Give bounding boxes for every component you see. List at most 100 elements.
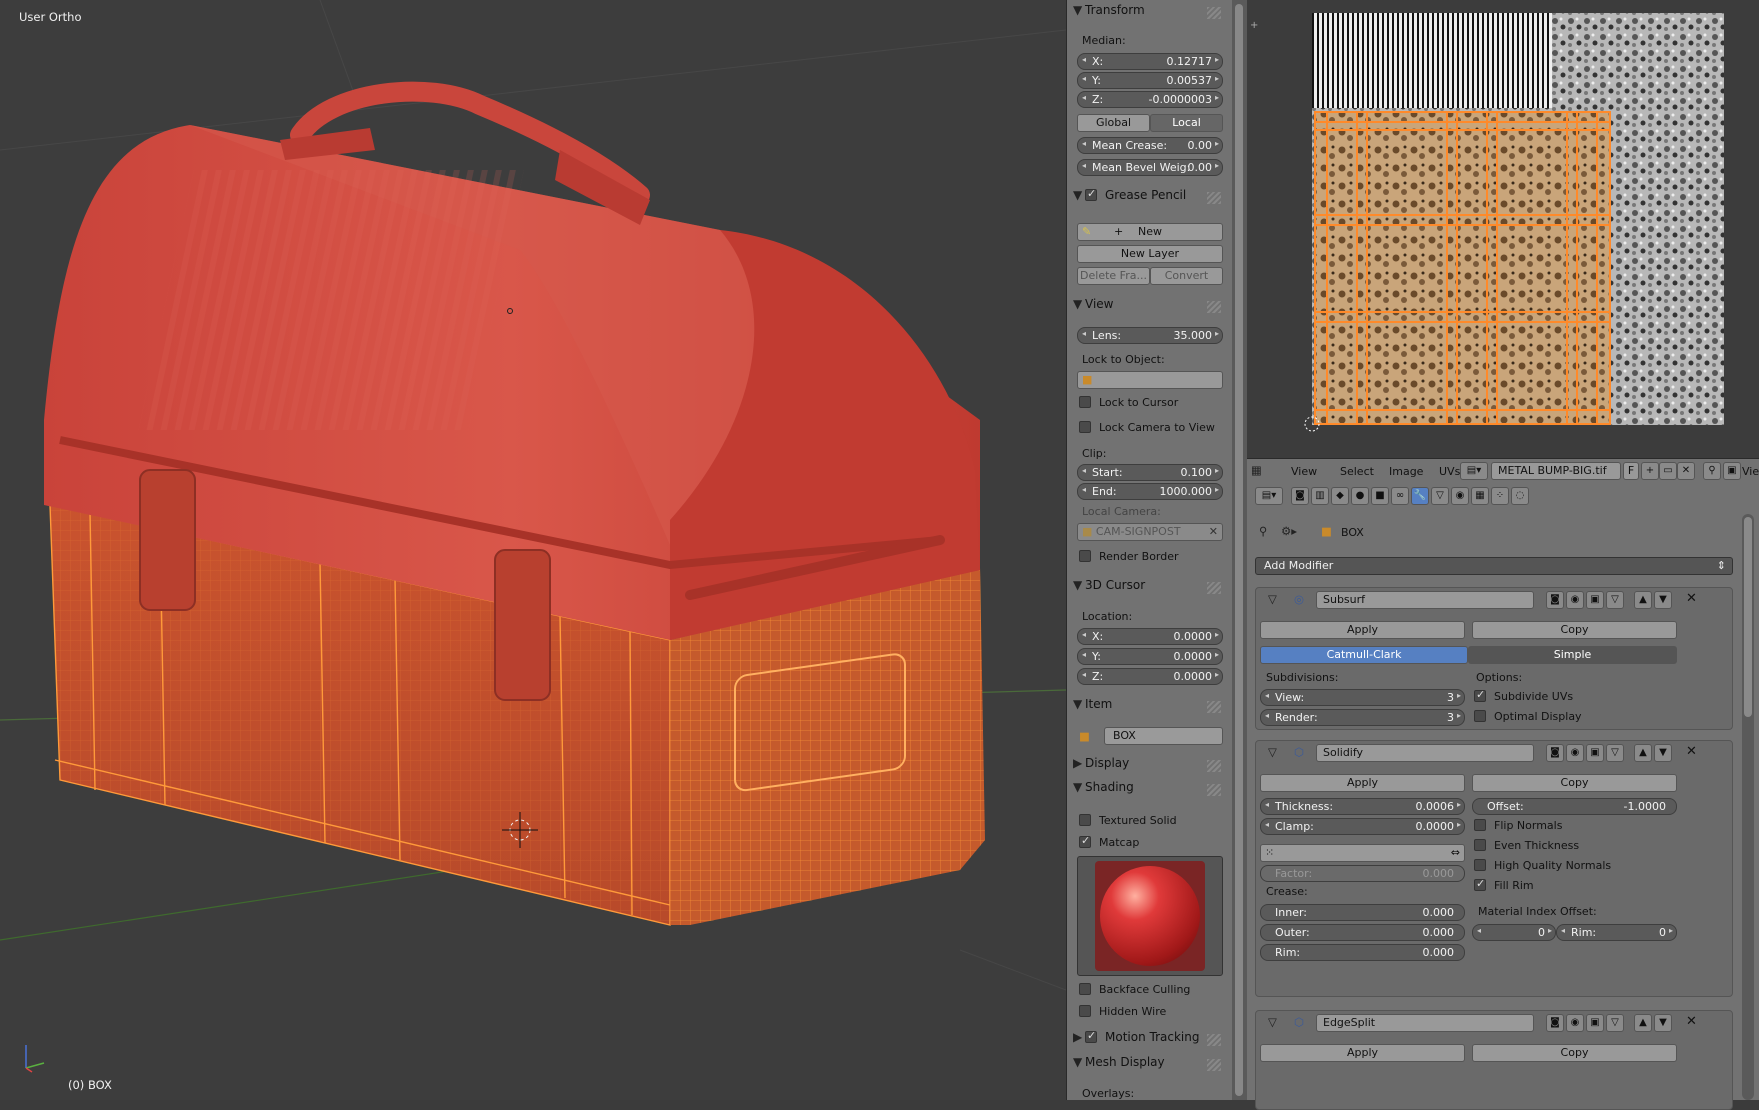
thickness-field[interactable]: ◂ Thickness: 0.0006 ▸ [1260,798,1465,815]
material-index-field[interactable]: ◂ 0 ▸ [1472,924,1556,941]
viewport-toggle-icon[interactable]: ◉ [1566,591,1584,609]
median-y-field[interactable]: ◂ Y: 0.00537 ▸ [1077,72,1223,89]
subdivide-uvs-checkbox[interactable]: Subdivide UVs [1474,688,1573,703]
modifiers-tab-icon[interactable]: 🔧 [1411,487,1429,505]
motion-tracking-toggle[interactable] [1085,1029,1105,1044]
menu-image[interactable]: Image [1389,465,1423,478]
cage-toggle-icon[interactable]: ▽ [1606,744,1624,762]
editmode-toggle-icon[interactable]: ▣ [1586,744,1604,762]
open-image-icon[interactable]: ▭ [1659,462,1677,480]
cage-toggle-icon[interactable]: ▽ [1606,1014,1624,1032]
fill-rim-checkbox[interactable]: Fill Rim [1474,877,1534,892]
world-tab-icon[interactable]: ● [1351,487,1369,505]
data-tab-icon[interactable]: ▽ [1431,487,1449,505]
3d-cursor-panel-header[interactable]: ▼ 3D Cursor [1073,578,1223,598]
lock-to-cursor-checkbox[interactable]: Lock to Cursor [1079,396,1178,409]
cage-toggle-icon[interactable]: ▽ [1606,591,1624,609]
editmode-toggle-icon[interactable]: ▣ [1586,1014,1604,1032]
matcap-checkbox[interactable]: Matcap [1079,834,1139,849]
cursor-y-field[interactable]: ◂ Y: 0.0000 ▸ [1077,648,1223,665]
local-camera-field[interactable]: ■ CAM-SIGNPOST ✕ [1077,523,1223,541]
optimal-display-checkbox[interactable]: Optimal Display [1474,710,1582,723]
viewport-toggle-icon[interactable]: ◉ [1566,744,1584,762]
catmull-clark-button[interactable]: Catmull-Clark [1260,646,1468,664]
clear-icon[interactable]: ✕ [1209,524,1218,540]
remove-modifier-icon[interactable]: ✕ [1686,744,1697,759]
edgesplit-copy-button[interactable]: Copy [1472,1044,1677,1062]
mean-crease-field[interactable]: ◂ Mean Crease: 0.00 ▸ [1077,137,1223,154]
offset-field[interactable]: Offset: -1.0000 [1472,798,1677,815]
hidden-wire-checkbox[interactable]: Hidden Wire [1079,1005,1166,1018]
texture-tab-icon[interactable]: ▦ [1471,487,1489,505]
view-mode-icon[interactable]: ▣ [1723,462,1741,480]
grease-pencil-toggle[interactable] [1085,187,1105,202]
cursor-x-field[interactable]: ◂ X: 0.0000 ▸ [1077,628,1223,645]
view-panel-header[interactable]: ▼ View [1073,297,1223,317]
motion-tracking-panel-header[interactable]: ▶ Motion Tracking [1073,1029,1223,1050]
local-button[interactable]: Local [1150,114,1223,132]
pin-icon[interactable]: ⚲ [1259,524,1267,538]
lock-object-field[interactable]: ■ [1077,371,1223,389]
image-name-field[interactable]: METAL BUMP-BIG.tif [1491,462,1621,480]
high-quality-normals-checkbox[interactable]: High Quality Normals [1474,859,1611,872]
move-down-icon[interactable]: ▼ [1654,744,1672,762]
mean-bevel-field[interactable]: ◂ Mean Bevel Weig: 0.00 ▸ [1077,159,1223,176]
subsurf-view-field[interactable]: ◂ View: 3 ▸ [1260,689,1465,706]
simple-button[interactable]: Simple [1468,646,1677,664]
scrollbar-thumb[interactable] [1235,4,1243,1096]
factor-field[interactable]: Factor: 0.000 [1260,865,1465,882]
menu-view[interactable]: View [1291,465,1317,478]
scrollbar-thumb[interactable] [1744,517,1752,717]
solidify-apply-button[interactable]: Apply [1260,774,1465,792]
clamp-field[interactable]: ◂ Clamp: 0.0000 ▸ [1260,818,1465,835]
new-layer-button[interactable]: New Layer [1077,245,1223,263]
transform-panel-header[interactable]: ▼ Transform [1073,3,1223,23]
editmode-toggle-icon[interactable]: ▣ [1586,591,1604,609]
properties-scrollbar[interactable] [1742,514,1754,1100]
editor-type-icon[interactable]: ▤▾ [1255,487,1283,505]
editor-type-icon[interactable]: ▦ [1251,463,1262,477]
collapse-arrow-icon[interactable]: ▽ [1268,745,1277,759]
new-image-icon[interactable]: + [1641,462,1659,480]
add-modifier-dropdown[interactable]: Add Modifier ⇕ [1255,557,1733,575]
constraints-tab-icon[interactable]: ∞ [1391,487,1409,505]
mesh-display-panel-header[interactable]: ▼ Mesh Display [1073,1055,1223,1075]
3d-viewport[interactable]: User Ortho (0) BOX [0,0,1066,1100]
remove-modifier-icon[interactable]: ✕ [1686,1014,1697,1029]
particles-tab-icon[interactable]: ⁘ [1491,487,1509,505]
viewport-toggle-icon[interactable]: ◉ [1566,1014,1584,1032]
menu-select[interactable]: Select [1340,465,1374,478]
layers-tab-icon[interactable]: ▥ [1311,487,1329,505]
backface-culling-checkbox[interactable]: Backface Culling [1079,983,1190,996]
grease-new-button[interactable]: ✎ + New [1077,223,1223,241]
textured-solid-checkbox[interactable]: Textured Solid [1079,814,1177,827]
item-name-field[interactable]: BOX [1104,727,1223,745]
median-x-field[interactable]: ◂ X: 0.12717 ▸ [1077,53,1223,70]
clip-start-field[interactable]: ◂ Start: 0.100 ▸ [1077,464,1223,481]
subsurf-name-field[interactable]: Subsurf [1316,591,1534,609]
lens-field[interactable]: ◂ Lens: 35.000 ▸ [1077,327,1223,344]
render-border-checkbox[interactable]: Render Border [1079,550,1179,563]
material-rim-field[interactable]: ◂ Rim: 0 ▸ [1556,924,1677,941]
edgesplit-name-field[interactable]: EdgeSplit [1316,1014,1534,1032]
item-panel-header[interactable]: ▼ Item [1073,697,1223,717]
delete-frame-button[interactable]: Delete Fra... [1077,267,1150,285]
edgesplit-apply-button[interactable]: Apply [1260,1044,1465,1062]
remove-modifier-icon[interactable]: ✕ [1686,591,1697,606]
subsurf-apply-button[interactable]: Apply [1260,621,1465,639]
physics-tab-icon[interactable]: ◌ [1511,487,1529,505]
flip-normals-checkbox[interactable]: Flip Normals [1474,819,1562,832]
render-toggle-icon[interactable]: ◙ [1546,744,1564,762]
subsurf-copy-button[interactable]: Copy [1472,621,1677,639]
unlink-image-icon[interactable]: ✕ [1677,462,1695,480]
move-down-icon[interactable]: ▼ [1654,591,1672,609]
render-tab-icon[interactable]: ◙ [1291,487,1309,505]
image-browse-icon[interactable]: ▤▾ [1460,462,1488,480]
shading-panel-header[interactable]: ▼ Shading [1073,780,1223,800]
move-up-icon[interactable]: ▲ [1634,591,1652,609]
crease-inner-field[interactable]: Inner: 0.000 [1260,904,1465,921]
uv-image-editor[interactable]: + [1247,0,1759,458]
render-toggle-icon[interactable]: ◙ [1546,591,1564,609]
collapse-arrow-icon[interactable]: ▽ [1268,1015,1277,1029]
move-up-icon[interactable]: ▲ [1634,744,1652,762]
